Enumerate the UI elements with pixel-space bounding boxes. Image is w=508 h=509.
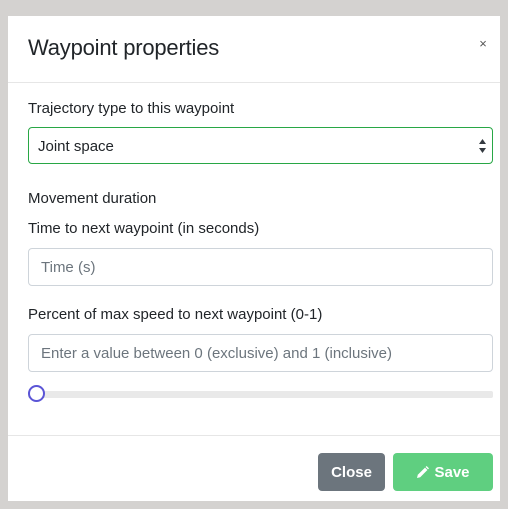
time-input[interactable] — [28, 248, 493, 286]
speed-slider-track[interactable] — [28, 391, 493, 398]
save-button[interactable]: Save — [393, 453, 493, 491]
percent-max-speed-label: Percent of max speed to next waypoint (0… — [28, 306, 323, 323]
close-button[interactable]: Close — [318, 453, 385, 491]
movement-duration-label: Movement duration — [28, 190, 157, 207]
trajectory-type-selected-value: Joint space — [38, 138, 114, 155]
max-speed-input[interactable] — [28, 334, 493, 372]
save-button-label: Save — [434, 463, 470, 481]
close-button-label: Close — [331, 463, 372, 481]
pencil-icon — [417, 465, 430, 478]
chevron-updown-icon — [479, 139, 486, 153]
modal-header: Waypoint properties × — [8, 16, 500, 83]
speed-slider-thumb[interactable] — [28, 385, 45, 402]
trajectory-type-select[interactable]: Joint space — [28, 127, 493, 164]
time-to-next-waypoint-label: Time to next waypoint (in seconds) — [28, 220, 260, 237]
modal-footer: Close Save — [8, 435, 500, 501]
waypoint-properties-modal: Waypoint properties × Trajectory type to… — [8, 16, 500, 501]
trajectory-type-label: Trajectory type to this waypoint — [28, 100, 235, 117]
modal-title: Waypoint properties — [28, 35, 220, 60]
close-icon[interactable]: × — [475, 36, 491, 52]
